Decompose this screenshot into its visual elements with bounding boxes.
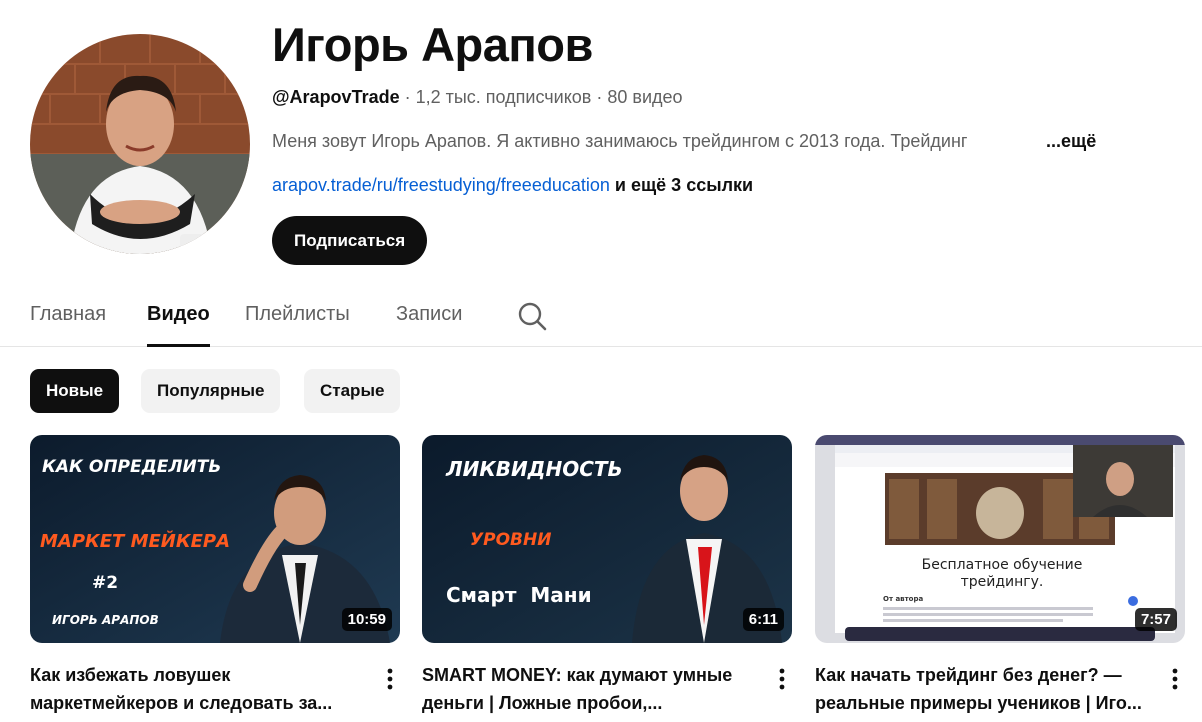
tab-home[interactable]: Главная — [30, 286, 106, 346]
thumbnail-caption: От автора — [883, 595, 924, 603]
channel-description[interactable]: Меня зовут Игорь Арапов. Я активно заним… — [272, 130, 1112, 152]
video-menu-button[interactable] — [772, 667, 792, 691]
video-card[interactable]: ЛИКВИДНОСТЬ УРОВНИ Смарт Мани 6:11 SMART… — [422, 435, 792, 713]
video-card[interactable]: Бесплатное обучение трейдингу. От автора… — [815, 435, 1185, 713]
channel-avatar[interactable] — [30, 34, 250, 254]
more-vert-icon — [387, 668, 393, 690]
description-text: Меня зовут Игорь Арапов. Я активно заним… — [272, 131, 968, 151]
video-duration: 7:57 — [1134, 608, 1177, 631]
subscribe-button[interactable]: Подписаться — [272, 216, 428, 265]
thumbnail-caption: МАРКЕТ МЕЙКЕРА — [40, 531, 230, 552]
video-thumbnail[interactable]: ЛИКВИДНОСТЬ УРОВНИ Смарт Мани 6:11 — [422, 435, 792, 643]
tab-playlists[interactable]: Плейлисты — [245, 286, 350, 346]
video-menu-button[interactable] — [1165, 667, 1185, 691]
channel-search-button[interactable] — [514, 298, 550, 334]
chip-newest[interactable]: Новые — [30, 369, 120, 413]
video-menu-button[interactable] — [380, 667, 400, 691]
thumbnail-image — [815, 435, 1185, 643]
channel-name: Игорь Арапов — [272, 18, 593, 71]
chip-oldest[interactable]: Старые — [304, 369, 401, 413]
description-more-link[interactable]: ...ещё — [1046, 130, 1096, 152]
subscriber-count: 1,2 тыс. подписчиков — [415, 87, 592, 107]
thumbnail-caption: #2 — [92, 573, 119, 593]
video-duration: 6:11 — [742, 608, 784, 631]
video-title[interactable]: Как начать трейдинг без денег? — реальны… — [815, 661, 1145, 717]
channel-handle: @ArapovTrade — [272, 87, 400, 107]
avatar-image — [30, 34, 250, 254]
thumbnail-caption: ЛИКВИДНОСТЬ — [446, 457, 623, 481]
chip-popular[interactable]: Популярные — [141, 369, 281, 413]
channel-links: arapov.trade/ru/freestudying/freeeducati… — [272, 174, 753, 196]
video-title[interactable]: SMART MONEY: как думают умные деньги | Л… — [422, 661, 752, 717]
video-count: 80 видео — [607, 87, 683, 107]
meta-separator: · — [591, 87, 608, 107]
video-title[interactable]: Как избежать ловушек маркетмейкеров и сл… — [30, 661, 360, 717]
thumbnail-caption: Смарт Мани — [446, 583, 592, 607]
channel-tabs: Главная Видео Плейлисты Записи — [0, 286, 1202, 347]
channel-link[interactable]: arapov.trade/ru/freestudying/freeeducati… — [272, 175, 610, 195]
tab-posts[interactable]: Записи — [396, 286, 462, 346]
thumbnail-caption: КАК ОПРЕДЕЛИТЬ — [42, 457, 222, 477]
tab-videos[interactable]: Видео — [147, 286, 210, 347]
video-thumbnail[interactable]: Бесплатное обучение трейдингу. От автора… — [815, 435, 1185, 643]
video-duration: 10:59 — [341, 608, 392, 631]
search-icon — [518, 302, 547, 331]
video-thumbnail[interactable]: КАК ОПРЕДЕЛИТЬ МАРКЕТ МЕЙКЕРА #2 ИГОРЬ А… — [30, 435, 400, 643]
thumbnail-caption: ИГОРЬ АРАПОВ — [52, 613, 159, 627]
thumbnail-caption: УРОВНИ — [470, 530, 552, 550]
more-links-button[interactable]: и ещё 3 ссылки — [615, 175, 753, 195]
thumbnail-caption: Бесплатное обучение трейдингу. — [921, 557, 1083, 590]
meta-separator: · — [399, 87, 416, 107]
more-vert-icon — [1172, 668, 1178, 690]
channel-meta: @ArapovTrade · 1,2 тыс. подписчиков · 80… — [272, 86, 683, 108]
video-card[interactable]: КАК ОПРЕДЕЛИТЬ МАРКЕТ МЕЙКЕРА #2 ИГОРЬ А… — [30, 435, 400, 713]
more-vert-icon — [779, 668, 785, 690]
